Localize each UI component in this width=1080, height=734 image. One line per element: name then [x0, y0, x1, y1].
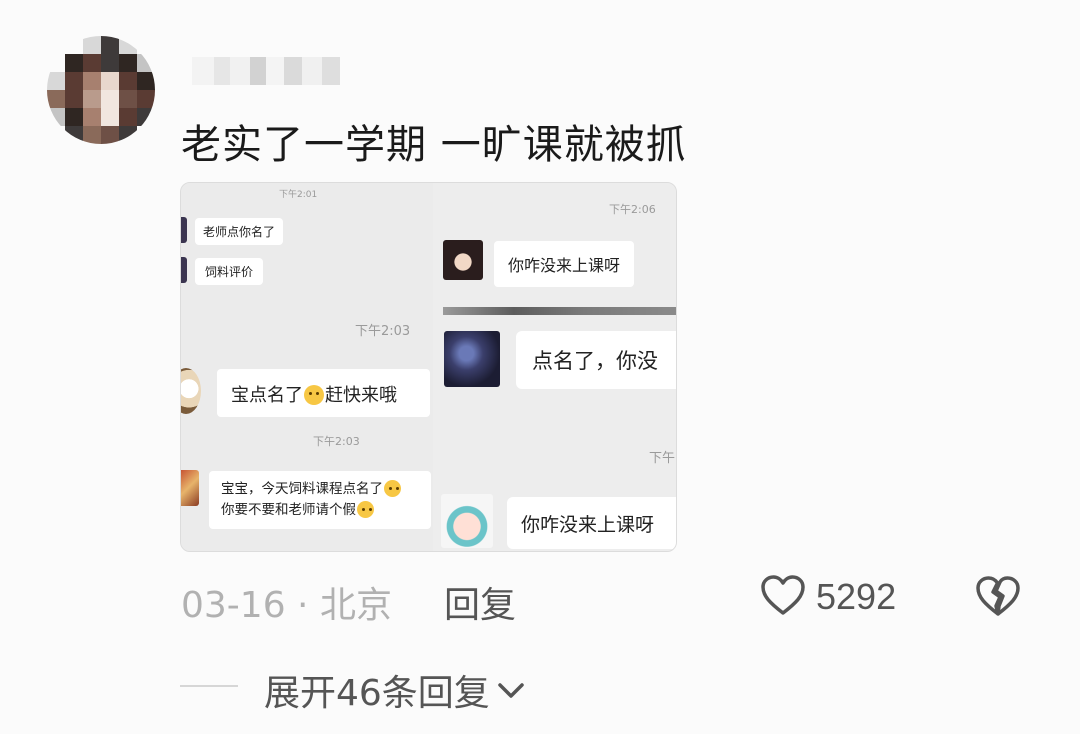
avatar-pixel — [83, 54, 101, 72]
avatar-pixel — [47, 90, 65, 108]
chat-bubble: 宝宝，今天饲料课程点名了 你要不要和老师请个假 — [209, 471, 431, 529]
avatar-pixel — [119, 54, 137, 72]
flushed-emoji-icon — [384, 480, 401, 497]
avatar-pixel — [101, 54, 119, 72]
image-divider-strip — [443, 307, 676, 315]
avatar-pixel — [137, 90, 155, 108]
like-button[interactable]: 5292 — [760, 574, 896, 620]
bubble-text: 宝宝，今天饲料课程点名了 — [221, 481, 383, 497]
avatar-pixel — [119, 72, 137, 90]
timestamp: 下午2:01 — [279, 190, 318, 200]
avatar-pixel — [65, 72, 83, 90]
avatar-pixel — [83, 36, 101, 54]
avatar-pixel — [65, 126, 83, 144]
avatar-pixel — [119, 108, 137, 126]
timestamp: 下午2:06 — [609, 203, 656, 216]
bubble-text: 赶快来哦 — [325, 385, 397, 406]
avatar-pixel — [119, 90, 137, 108]
avatar-pixel — [137, 36, 155, 54]
avatar-pixel — [101, 90, 119, 108]
avatar-pixel — [47, 54, 65, 72]
avatar-pixel — [83, 90, 101, 108]
avatar-pixel — [47, 126, 65, 144]
attached-chat-screenshot[interactable]: 下午2:01 老师点你名了 饲料评价 下午2:03 宝点名了 赶快来哦 下午2:0… — [180, 182, 677, 552]
avatar-pixel — [137, 108, 155, 126]
commenter-avatar[interactable] — [47, 36, 155, 144]
chat-bubble: 点名了，你没 — [516, 331, 676, 389]
dislike-button[interactable] — [975, 575, 1021, 621]
broken-heart-icon — [975, 576, 1021, 621]
chat-bubble: 饲料评价 — [195, 258, 264, 285]
avatar-pixel — [47, 108, 65, 126]
flushed-emoji-icon — [357, 501, 374, 518]
timestamp: 下午2:03 — [355, 324, 411, 339]
commenter-name-blurred[interactable] — [192, 57, 340, 85]
reply-button[interactable]: 回复 — [444, 576, 516, 628]
comment-date-location: 03-16 · 北京 — [181, 585, 392, 626]
timestamp: 下午2:03 — [313, 435, 360, 448]
expand-replies-label: 展开46条回复 — [264, 673, 490, 714]
avatar-pixel — [83, 108, 101, 126]
avatar-pixel — [101, 126, 119, 144]
avatar-pixel — [65, 90, 83, 108]
avatar-pixel — [65, 54, 83, 72]
chat-bubble: 你咋没来上课呀 — [494, 241, 635, 287]
bubble-text: 你要不要和老师请个假 — [221, 502, 356, 518]
avatar-pixel — [137, 72, 155, 90]
sender-avatar — [441, 494, 493, 548]
avatar-pixel — [137, 126, 155, 144]
sender-avatar — [181, 257, 187, 283]
chat-bubble: 老师点你名了 — [195, 218, 284, 245]
sender-avatar — [181, 470, 199, 506]
chat-bubble: 你咋没来上课呀 — [507, 497, 676, 549]
crying-laugh-emoji-icon — [304, 385, 324, 405]
expand-replies-button[interactable]: 展开46条回复 — [264, 664, 526, 716]
avatar-pixel — [65, 108, 83, 126]
screenshot-left-chat: 下午2:01 老师点你名了 饲料评价 下午2:03 宝点名了 赶快来哦 下午2:0… — [181, 183, 433, 551]
sender-avatar — [181, 217, 187, 243]
bubble-text: 宝点名了 — [231, 385, 303, 406]
expand-divider — [180, 685, 238, 687]
heart-outline-icon — [760, 574, 806, 620]
avatar-pixel — [65, 36, 83, 54]
sender-avatar — [181, 368, 201, 414]
avatar-pixel — [101, 108, 119, 126]
sender-avatar — [443, 240, 483, 280]
avatar-pixel — [47, 36, 65, 54]
avatar-pixel — [101, 36, 119, 54]
avatar-pixel — [83, 72, 101, 90]
sender-avatar — [444, 331, 500, 387]
avatar-pixel — [137, 54, 155, 72]
avatar-pixel — [83, 126, 101, 144]
timestamp: 下午 — [649, 451, 676, 466]
chat-bubble: 宝点名了 赶快来哦 — [217, 369, 430, 417]
comment-text: 老实了一学期 一旷课就被抓 — [181, 122, 687, 168]
avatar-pixel — [47, 72, 65, 90]
like-count: 5292 — [816, 576, 897, 617]
avatar-pixel — [101, 72, 119, 90]
avatar-pixel — [119, 36, 137, 54]
avatar-pixel — [119, 126, 137, 144]
chevron-down-icon — [496, 670, 526, 711]
